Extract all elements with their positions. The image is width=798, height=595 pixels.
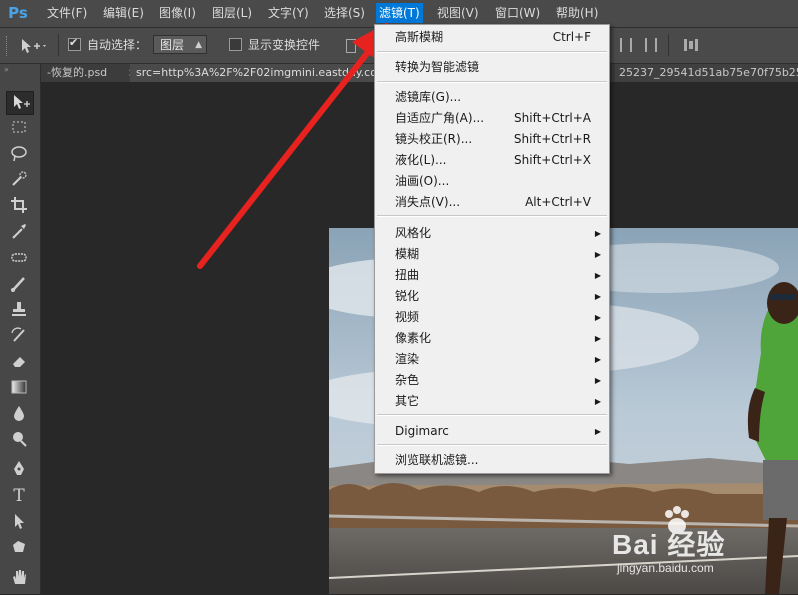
submenu-arrow-icon: ▶ [594,292,601,301]
submenu-arrow-icon: ▶ [594,427,601,436]
menu-item-lens-correction[interactable]: 镜头校正(R)... Shift+Ctrl+R [375,129,609,150]
menu-label: 油画(O)... [395,174,450,188]
submenu-arrow-icon: ▶ [594,355,601,364]
menu-label: 像素化 [395,331,432,345]
menu-item-video[interactable]: 视频 ▶ [375,307,609,328]
menu-item-noise[interactable]: 杂色 ▶ [375,370,609,391]
menu-label: 视频 [395,310,420,324]
menu-shortcut: Shift+Ctrl+R [513,132,591,146]
menu-item-oil-paint[interactable]: 油画(O)... [375,171,609,192]
menu-item-other[interactable]: 其它 ▶ [375,391,609,412]
menu-shortcut: Alt+Ctrl+V [525,195,591,209]
menu-label: 镜头校正(R)... [395,132,473,146]
menu-label: 液化(L)... [395,153,447,167]
menu-label: 转换为智能滤镜 [395,60,480,74]
menu-item-sharpen[interactable]: 锐化 ▶ [375,286,609,307]
menu-shortcut: Shift+Ctrl+X [514,153,591,167]
menu-item-digimarc[interactable]: Digimarc ▶ [375,421,609,442]
menu-item-filter-gallery[interactable]: 滤镜库(G)... [375,87,609,108]
menu-label: 渲染 [395,352,420,366]
menu-item-render[interactable]: 渲染 ▶ [375,349,609,370]
menu-item-distort[interactable]: 扭曲 ▶ [375,265,609,286]
menu-item-vanishing-point[interactable]: 消失点(V)... Alt+Ctrl+V [375,192,609,213]
menu-label: 浏览联机滤镜... [395,453,479,467]
submenu-arrow-icon: ▶ [594,229,601,238]
menu-label: 模糊 [395,247,420,261]
menu-label: 高斯模糊 [395,30,444,44]
menu-item-pixelate[interactable]: 像素化 ▶ [375,328,609,349]
menu-separator [377,414,607,416]
menu-label: 自适应广角(A)... [395,111,485,125]
menu-item-stylize[interactable]: 风格化 ▶ [375,223,609,244]
menu-label: 杂色 [395,373,420,387]
submenu-arrow-icon: ▶ [594,313,601,322]
submenu-arrow-icon: ▶ [594,250,601,259]
submenu-arrow-icon: ▶ [594,334,601,343]
menu-label: Digimarc [395,424,449,438]
menu-label: 扭曲 [395,268,420,282]
menu-label: 锐化 [395,289,420,303]
menu-separator [377,444,607,446]
menu-item-blur[interactable]: 模糊 ▶ [375,244,609,265]
menu-separator [377,51,607,53]
menu-label: 其它 [395,394,420,408]
submenu-arrow-icon: ▶ [594,271,601,280]
menu-item-convert-smart-filter[interactable]: 转换为智能滤镜 [375,57,609,78]
menu-label: 风格化 [395,226,432,240]
menu-label: 消失点(V)... [395,195,461,209]
menu-shortcut: Shift+Ctrl+A [514,111,591,125]
menu-label: 滤镜库(G)... [395,90,462,104]
menu-item-liquify[interactable]: 液化(L)... Shift+Ctrl+X [375,150,609,171]
menu-item-adaptive-wide-angle[interactable]: 自适应广角(A)... Shift+Ctrl+A [375,108,609,129]
menu-item-gaussian-blur[interactable]: 高斯模糊 Ctrl+F [375,27,609,48]
menu-item-browse-filters-online[interactable]: 浏览联机滤镜... [375,450,609,471]
submenu-arrow-icon: ▶ [594,376,601,385]
menu-separator [377,81,607,83]
menu-separator [377,215,607,217]
filter-menu: 高斯模糊 Ctrl+F 转换为智能滤镜 滤镜库(G)... 自适应广角(A)...… [374,24,610,474]
menu-shortcut: Ctrl+F [552,30,591,44]
submenu-arrow-icon: ▶ [594,397,601,406]
